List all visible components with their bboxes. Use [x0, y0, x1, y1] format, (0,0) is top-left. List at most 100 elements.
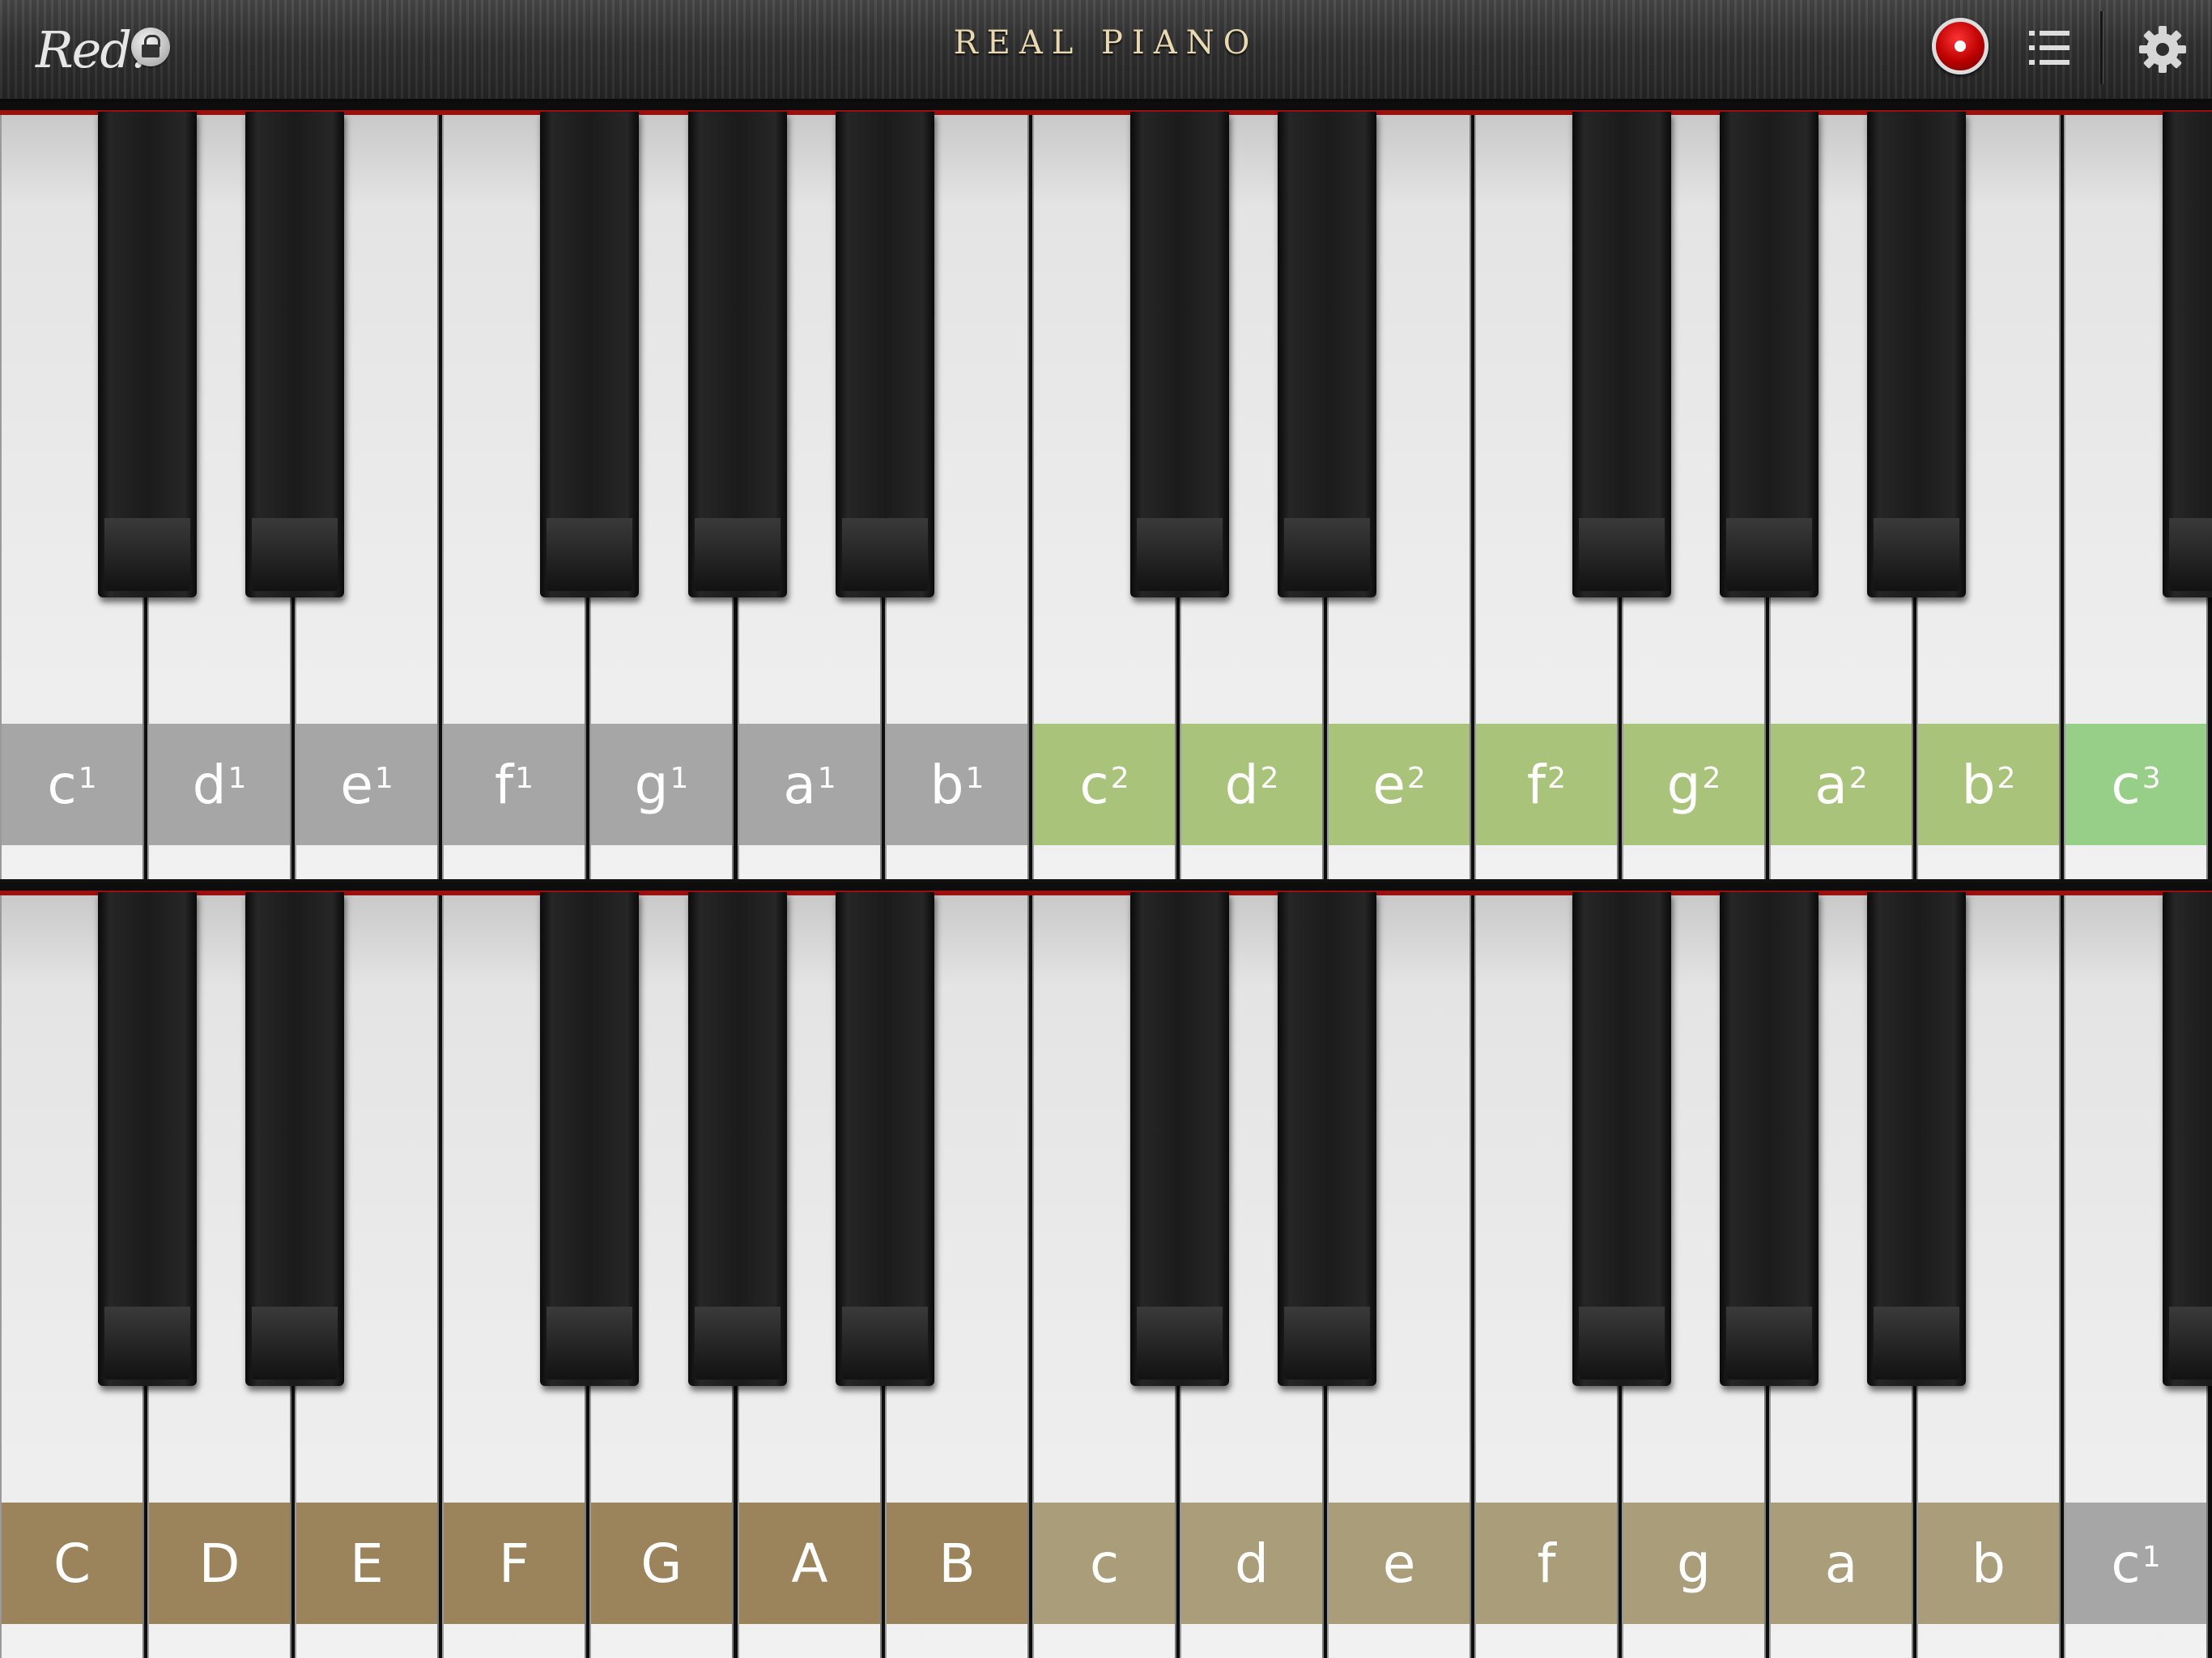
note-name: c: [1079, 753, 1109, 816]
note-label: f2: [1476, 724, 1617, 845]
note-label: a2: [1771, 724, 1912, 845]
note-name: g: [634, 753, 669, 816]
note-label: d: [1181, 1503, 1322, 1624]
note-label: c1: [2, 724, 143, 845]
note-label: f1: [444, 724, 585, 845]
note-name: f: [1526, 753, 1546, 816]
note-name: b: [1972, 1532, 2006, 1595]
record-button[interactable]: [1932, 18, 1989, 74]
note-label: e: [1329, 1503, 1470, 1624]
black-key[interactable]: [1867, 892, 1966, 1386]
black-key[interactable]: [1867, 112, 1966, 597]
note-octave: 3: [2142, 761, 2161, 795]
upper-keyboard: c1d1e1f1g1a1b1c2d2e2f2g2a2b2c3: [0, 102, 2212, 879]
black-key[interactable]: [1572, 892, 1671, 1386]
note-name: A: [791, 1532, 828, 1595]
black-key[interactable]: [1278, 112, 1376, 597]
note-name: E: [350, 1532, 384, 1595]
black-key[interactable]: [836, 892, 934, 1386]
note-name: b: [929, 753, 964, 816]
black-key[interactable]: [1130, 892, 1229, 1386]
note-name: e: [1382, 1532, 1416, 1595]
black-key[interactable]: [245, 112, 344, 597]
note-name: f: [494, 753, 514, 816]
note-octave: 1: [670, 761, 689, 795]
note-name: e: [1372, 753, 1406, 816]
black-key[interactable]: [98, 112, 197, 597]
note-octave: 1: [965, 761, 985, 795]
note-label: g1: [591, 724, 732, 845]
note-label: a: [1771, 1503, 1912, 1624]
note-octave: 2: [1110, 761, 1129, 795]
note-name: B: [938, 1532, 976, 1595]
note-label: e2: [1329, 724, 1470, 845]
note-octave: 1: [78, 761, 97, 795]
note-label: d2: [1181, 724, 1322, 845]
note-name: e: [340, 753, 373, 816]
black-key[interactable]: [2163, 112, 2212, 597]
list-icon[interactable]: [2029, 31, 2069, 65]
note-label: f: [1476, 1503, 1617, 1624]
black-key[interactable]: [540, 892, 639, 1386]
note-octave: 2: [1547, 761, 1567, 795]
note-octave: 1: [2142, 1540, 2161, 1574]
top-bar: Red. REAL PIANO: [0, 0, 2212, 102]
note-label: b: [1918, 1503, 2059, 1624]
note-name: c: [47, 753, 77, 816]
note-name: a: [783, 753, 816, 816]
note-label: a1: [739, 724, 880, 845]
black-key[interactable]: [688, 112, 787, 597]
note-label: C: [2, 1503, 143, 1624]
note-label: B: [887, 1503, 1027, 1624]
black-key[interactable]: [1572, 112, 1671, 597]
note-label: c3: [2065, 724, 2206, 845]
note-label: b1: [887, 724, 1027, 845]
note-name: d: [1224, 753, 1259, 816]
note-label: E: [296, 1503, 437, 1624]
note-name: g: [1677, 1532, 1711, 1595]
note-name: F: [499, 1532, 530, 1595]
black-key[interactable]: [1130, 112, 1229, 597]
note-label: D: [149, 1503, 290, 1624]
note-label: e1: [296, 724, 437, 845]
toolbar-divider: [2100, 11, 2103, 84]
note-octave: 2: [1406, 761, 1426, 795]
note-label: c2: [1034, 724, 1175, 845]
note-name: C: [53, 1532, 91, 1595]
note-label: g: [1623, 1503, 1764, 1624]
note-name: d: [1235, 1532, 1269, 1595]
black-key[interactable]: [245, 892, 344, 1386]
app-title: REAL PIANO: [953, 24, 1259, 62]
note-name: c: [1089, 1532, 1120, 1595]
gear-icon[interactable]: [2138, 24, 2188, 74]
note-octave: 1: [515, 761, 534, 795]
lower-keyboard: CDEFGABcdefgabc1: [0, 882, 2212, 1658]
note-name: c: [2111, 1532, 2141, 1595]
note-octave: 2: [1260, 761, 1279, 795]
note-name: a: [1824, 1532, 1858, 1595]
note-label: g2: [1623, 724, 1764, 845]
note-label: A: [739, 1503, 880, 1624]
note-name: G: [640, 1532, 683, 1595]
black-key[interactable]: [1720, 892, 1819, 1386]
note-label: c1: [2065, 1503, 2206, 1624]
note-name: g: [1666, 753, 1701, 816]
note-octave: 1: [374, 761, 393, 795]
black-key[interactable]: [2163, 892, 2212, 1386]
black-key[interactable]: [1278, 892, 1376, 1386]
note-name: b: [1961, 753, 1996, 816]
note-name: d: [192, 753, 227, 816]
note-label: b2: [1918, 724, 2059, 845]
note-octave: 1: [228, 761, 247, 795]
black-key[interactable]: [836, 112, 934, 597]
note-name: c: [2111, 753, 2141, 816]
note-name: a: [1814, 753, 1848, 816]
note-name: f: [1537, 1532, 1556, 1595]
black-key[interactable]: [688, 892, 787, 1386]
note-label: c: [1034, 1503, 1175, 1624]
black-key[interactable]: [540, 112, 639, 597]
note-label: G: [591, 1503, 732, 1624]
black-key[interactable]: [98, 892, 197, 1386]
note-octave: 1: [817, 761, 836, 795]
black-key[interactable]: [1720, 112, 1819, 597]
